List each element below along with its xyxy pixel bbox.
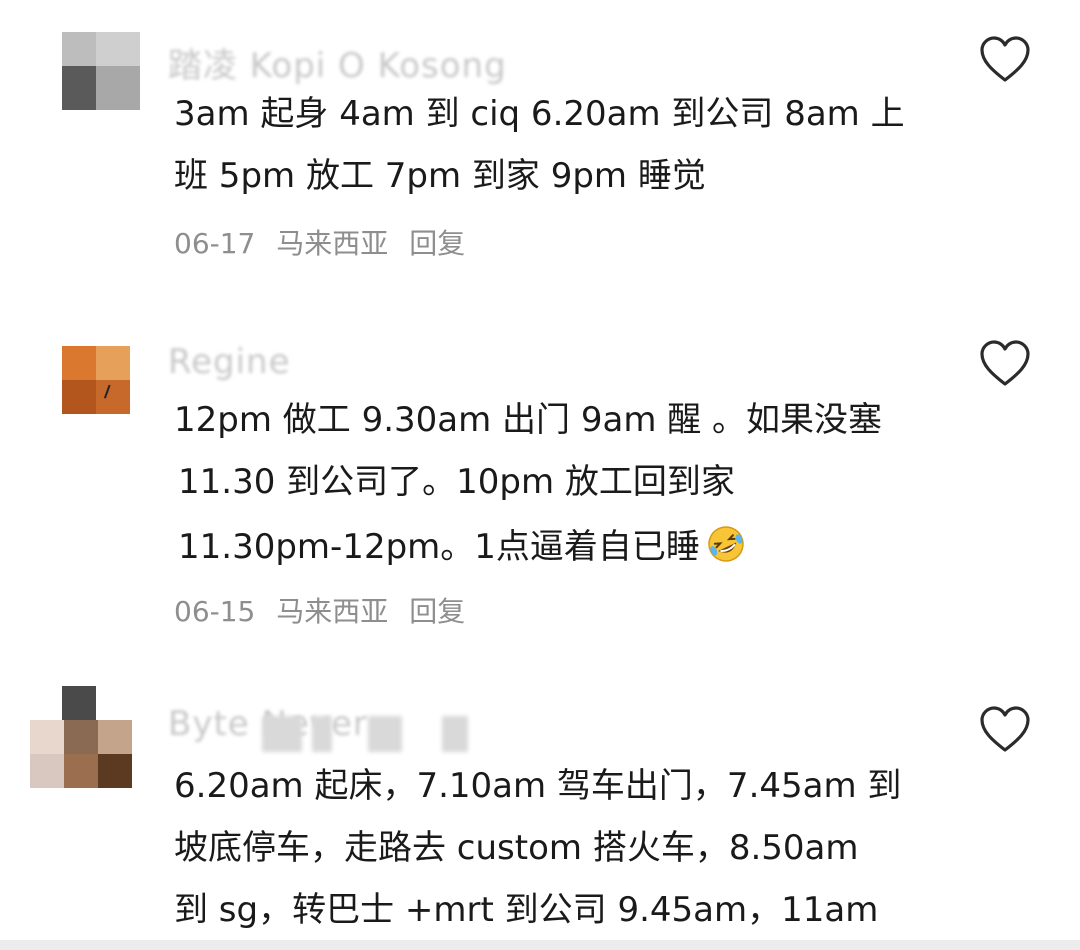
comment-text-line: 11.30 到公司了。10pm 放工回到家 [178, 462, 735, 502]
heart-outline-icon[interactable] [978, 338, 1032, 388]
comment-meta: 06-15 马来西亚 回复 [174, 590, 477, 630]
rolling-on-floor-laughing-emoji [708, 526, 744, 562]
comment-date: 06-15 [174, 595, 256, 628]
comment-meta: 06-17 马来西亚 回复 [174, 222, 477, 262]
username-redaction [442, 716, 468, 752]
comment-text-line: 到 sg，转巴士 +mrt 到公司 9.45am，11am [174, 890, 879, 930]
comment-text-line-with-emoji: 11.30pm-12pm。1点逼着自已睡 [178, 524, 746, 567]
username[interactable]: Regine [168, 342, 291, 382]
comment-text-line: 12pm 做工 9.30am 出门 9am 醒 。如果没塞 [174, 400, 883, 440]
avatar[interactable] [62, 346, 130, 414]
username-redaction [312, 716, 332, 752]
comment-text-line: 坡底停车，走路去 custom 搭火车，8.50am [174, 828, 859, 868]
reply-button[interactable]: 回复 [409, 227, 465, 260]
comment-location: 马来西亚 [276, 227, 389, 260]
comment-text-line: 班 5pm 放工 7pm 到家 9pm 睡觉 [174, 156, 706, 196]
heart-outline-icon[interactable] [978, 704, 1032, 754]
comment-list: 踏凌 Kopi O Kosong 3am 起身 4am 到 ciq 6.20am… [0, 0, 1080, 950]
username[interactable]: 踏凌 Kopi O Kosong [168, 38, 507, 87]
comment-date: 06-17 [174, 227, 256, 260]
bottom-divider [0, 940, 1080, 950]
comment-text: 11.30pm-12pm。1点逼着自已睡 [178, 527, 700, 567]
username-redaction [262, 716, 302, 752]
heart-outline-icon[interactable] [978, 34, 1032, 84]
avatar[interactable] [62, 32, 140, 110]
comment-text-line: 3am 起身 4am 到 ciq 6.20am 到公司 8am 上 [174, 94, 905, 134]
avatar[interactable] [30, 686, 132, 788]
username-redaction [368, 716, 402, 752]
comment-text-line: 6.20am 起床，7.10am 驾车出门，7.45am 到 [174, 766, 902, 806]
comment-location: 马来西亚 [276, 595, 389, 628]
reply-button[interactable]: 回复 [409, 595, 465, 628]
